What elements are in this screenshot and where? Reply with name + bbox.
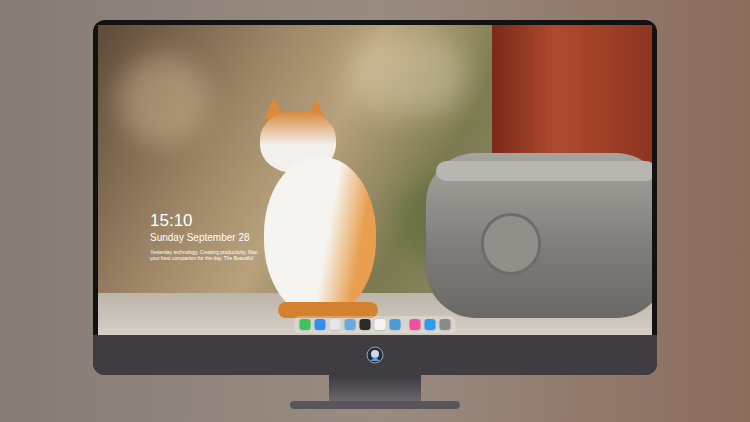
- dock: [295, 316, 456, 333]
- dock-app-icon[interactable]: [330, 319, 341, 330]
- dock-app-icon[interactable]: [315, 319, 326, 330]
- lion-head-relief: [481, 213, 541, 275]
- clock-time: 15:10: [150, 211, 257, 231]
- bokeh: [118, 55, 208, 145]
- cat-body: [264, 157, 376, 317]
- dock-app-icon[interactable]: [300, 319, 311, 330]
- dock-app-icon[interactable]: [345, 319, 356, 330]
- screen: 15:10Sunday September 28 Yesterday techno…: [98, 25, 652, 335]
- monitor: 15:10Sunday September 28 Yesterday techno…: [93, 20, 657, 375]
- wallpaper-photo: [98, 25, 652, 335]
- dock-app-icon[interactable]: [390, 319, 401, 330]
- dock-app-icon[interactable]: [360, 319, 371, 330]
- monitor-stand-neck: [329, 375, 421, 401]
- caption-line: Yesterday technology. Creating productiv…: [150, 249, 257, 255]
- monitor-chin: [93, 335, 657, 375]
- dock-app-icon[interactable]: [375, 319, 386, 330]
- dock-app-icon[interactable]: [425, 319, 436, 330]
- urn-rim: [436, 161, 652, 181]
- caption-line: your best companion for the day. The Bea…: [150, 255, 257, 261]
- dock-app-icon[interactable]: [410, 319, 421, 330]
- caption: Yesterday technology. Creating productiv…: [150, 249, 257, 261]
- cat: [258, 97, 388, 322]
- bokeh: [348, 35, 468, 115]
- dock-app-icon[interactable]: [440, 319, 451, 330]
- monitor-stand-base: [290, 401, 460, 409]
- page: 15:10Sunday September 28 Yesterday techno…: [0, 0, 750, 422]
- logo-icon: [366, 346, 384, 364]
- dock-separator: [405, 319, 406, 330]
- stone-urn: [426, 153, 652, 318]
- clock-date: Sunday September 28: [150, 231, 257, 244]
- red-pillar: [492, 25, 652, 165]
- lock-info: 15:10Sunday September 28 Yesterday techno…: [150, 211, 257, 261]
